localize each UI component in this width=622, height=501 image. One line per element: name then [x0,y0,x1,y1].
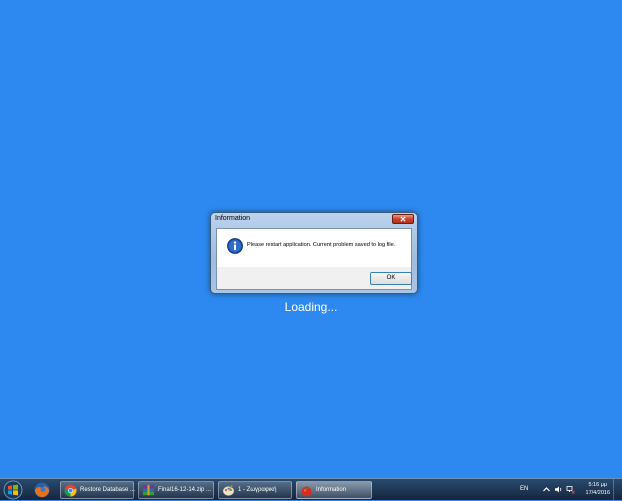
firefox-icon[interactable] [32,481,52,499]
dialog-titlebar[interactable]: Information ✕ [211,213,417,227]
volume-icon[interactable] [554,485,563,494]
taskbar-item-label: 1 - Ζωγραφική [238,487,277,493]
taskbar-item-final-zip[interactable]: Final16-12-14.zip ... [138,481,214,499]
winrar-icon [143,485,154,496]
loading-text: Loading... [284,300,338,314]
show-hidden-icons-icon[interactable] [542,485,551,494]
show-desktop-button[interactable] [613,479,622,500]
paint-icon [222,485,235,496]
dialog-content: Please restart application. Current prob… [217,229,411,267]
taskbar-item-paint[interactable]: 1 - Ζωγραφική [218,481,292,499]
start-button[interactable] [2,480,24,500]
taskbar-item-information[interactable]: Information [296,481,372,499]
taskbar-item-restore-database[interactable]: Restore Database ... [60,481,136,499]
dialog-body: Please restart application. Current prob… [216,228,412,290]
taskbar-item-label: Restore Database ... [80,487,136,493]
close-button[interactable]: ✕ [392,214,414,224]
language-indicator[interactable]: EN [520,486,528,492]
dialog-message: Please restart application. Current prob… [247,242,396,248]
system-tray: EN 5:16 μμ 17/4/2016 [510,479,622,501]
taskbar-item-label: Final16-12-14.zip ... [158,487,212,493]
taskbar-item-label: Information [316,487,347,493]
info-icon [227,238,243,254]
clock[interactable]: 5:16 μμ 17/4/2016 [586,481,610,497]
network-icon[interactable] [566,485,575,494]
clock-date: 17/4/2016 [585,490,610,496]
app-tomato-icon [301,486,312,497]
clock-time: 5:16 μμ [588,482,608,488]
dialog-title: Information [215,215,251,222]
chrome-icon [64,484,77,497]
ok-button[interactable]: OK [370,272,412,285]
taskbar: Restore Database ... Final16-12-14.zip .… [0,478,622,500]
information-dialog: Information ✕ Please restart application… [210,212,418,294]
